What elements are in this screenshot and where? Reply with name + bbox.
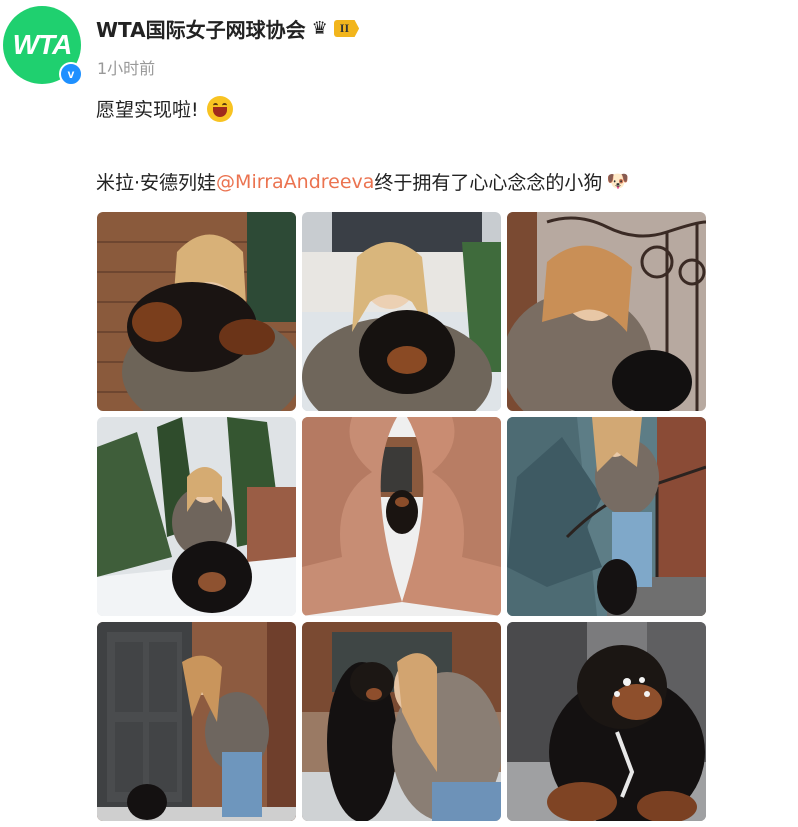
photo-2-image xyxy=(302,212,501,411)
photo-6-image xyxy=(507,417,706,616)
photo-3[interactable] xyxy=(507,212,706,411)
post-text-rest: 终于拥有了心心念念的小狗 xyxy=(374,172,603,194)
photo-9-image xyxy=(507,622,706,821)
photo-4[interactable] xyxy=(97,417,296,616)
post-text-line-1: 愿望实现啦! xyxy=(96,95,233,122)
photo-7[interactable] xyxy=(97,622,296,821)
crown-icon: ♛ xyxy=(311,17,328,39)
post-text-line-2: 米拉·安德列娃 @MirraAndreeva 终于拥有了心心念念的小狗 🐶 xyxy=(96,168,629,195)
photo-7-image xyxy=(97,622,296,821)
author-name[interactable]: WTA国际女子网球协会 xyxy=(96,14,306,43)
photo-grid xyxy=(97,212,707,822)
post-text-name: 米拉·安德列娃 xyxy=(96,172,217,194)
photo-4-image xyxy=(97,417,296,616)
photo-1[interactable] xyxy=(97,212,296,411)
photo-6[interactable] xyxy=(507,417,706,616)
author-row: WTA国际女子网球协会 ♛ II xyxy=(96,14,360,43)
photo-1-image xyxy=(97,212,296,411)
laughing-emoji-icon xyxy=(206,95,233,122)
rank-badge: II xyxy=(333,20,360,37)
photo-8[interactable] xyxy=(302,622,501,821)
photo-5-image xyxy=(302,417,501,616)
post-timestamp[interactable]: 1小时前 xyxy=(97,55,155,79)
mention-link[interactable]: @MirraAndreeva xyxy=(216,171,374,193)
photo-3-image xyxy=(507,212,706,411)
verified-icon: v xyxy=(59,62,83,86)
avatar-logo-text: WTA xyxy=(12,29,73,60)
dog-emoji-icon: 🐶 xyxy=(606,171,629,192)
photo-9[interactable] xyxy=(507,622,706,821)
photo-5[interactable] xyxy=(302,417,501,616)
post-text-wish: 愿望实现啦! xyxy=(96,99,199,121)
photo-2[interactable] xyxy=(302,212,501,411)
photo-8-image xyxy=(302,622,501,821)
